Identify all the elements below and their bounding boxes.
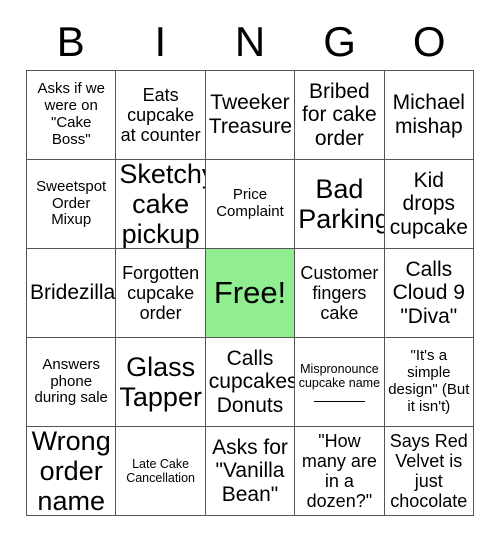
bingo-cell[interactable]: Answers phone during sale — [27, 338, 117, 427]
bingo-cell[interactable]: "How many are in a dozen?" — [295, 427, 385, 516]
bingo-cell-text: Says Red Velvet is just chocolate — [389, 430, 468, 512]
bingo-cell-text: Bribed for cake order — [302, 79, 377, 150]
bingo-header-letter-i: I — [154, 18, 167, 65]
bingo-cell-text: Eats cupcake at counter — [120, 84, 201, 146]
bingo-cell[interactable]: Bribed for cake order — [295, 71, 385, 160]
bingo-cell-text: Calls cupcakes Donuts — [208, 346, 296, 417]
bingo-cell[interactable]: Bad Parking — [295, 160, 385, 249]
bingo-cell[interactable]: Calls cupcakes Donuts — [205, 338, 296, 427]
bingo-cell[interactable]: Late Cake Cancellation — [116, 427, 206, 516]
bingo-cell-text: Mispronounce cupcake name — [298, 362, 381, 390]
bingo-cell[interactable]: Mispronounce cupcake name — [295, 338, 385, 427]
bingo-cell[interactable]: Price Complaint — [205, 160, 296, 249]
bingo-cell-text: Answers phone during sale — [34, 355, 108, 407]
bingo-cell[interactable]: Bridezilla — [27, 249, 117, 338]
bingo-cell-text: Tweeker Treasure — [208, 91, 293, 138]
bingo-grid: Asks if we were on "Cake Boss" Eats cupc… — [26, 70, 474, 516]
fill-in-blank-rule — [313, 401, 365, 402]
bingo-cell-text: Sketchy cake pickup — [119, 160, 204, 249]
bingo-cell-text: Customer fingers cake — [300, 262, 379, 324]
bingo-cell-text: Price Complaint — [216, 186, 284, 220]
bingo-cell-text: Kid drops cupcake — [389, 168, 468, 239]
bingo-card: B I N G O Asks if we were on "Cake Boss"… — [26, 14, 474, 516]
bingo-header-letter-n: N — [234, 18, 266, 65]
bingo-cell[interactable]: Kid drops cupcake — [384, 160, 474, 249]
bingo-cell-text: Bad Parking — [298, 173, 385, 234]
bingo-cell-text: Late Cake Cancellation — [126, 457, 195, 485]
bingo-cell-text: Asks for "Vanilla Bean" — [212, 435, 288, 506]
bingo-cell[interactable]: Michael mishap — [384, 71, 474, 160]
bingo-cell[interactable]: "It's a simple design" (But it isn't) — [384, 338, 474, 427]
bingo-cell[interactable]: Says Red Velvet is just chocolate — [384, 427, 474, 516]
bingo-cell[interactable]: Customer fingers cake — [295, 249, 385, 338]
bingo-cell[interactable]: Eats cupcake at counter — [116, 71, 206, 160]
bingo-cell[interactable]: Calls Cloud 9 "Diva" — [384, 249, 474, 338]
bingo-cell[interactable]: Forgotten cupcake order — [116, 249, 206, 338]
bingo-cell-text: Wrong order name — [31, 427, 111, 516]
bingo-cell-text: Forgotten cupcake order — [122, 262, 200, 324]
bingo-header-letter-o: O — [412, 18, 446, 65]
bingo-cell[interactable]: Sweetspot Order Mixup — [27, 160, 117, 249]
bingo-cell[interactable]: Asks for "Vanilla Bean" — [205, 427, 296, 516]
bingo-cell[interactable]: Sketchy cake pickup — [116, 160, 206, 249]
bingo-cell-free-space[interactable]: Free! — [205, 249, 296, 338]
bingo-cell[interactable]: Tweeker Treasure — [205, 71, 296, 160]
bingo-cell-text: Asks if we were on "Cake Boss" — [37, 80, 105, 148]
bingo-cell-text: Michael mishap — [392, 91, 465, 138]
bingo-cell[interactable]: Asks if we were on "Cake Boss" — [27, 71, 117, 160]
bingo-cell[interactable]: Glass Tapper — [116, 338, 206, 427]
bingo-cell-text: Bridezilla — [30, 281, 116, 305]
bingo-cell-text: Sweetspot Order Mixup — [36, 177, 107, 229]
bingo-header-letter-b: B — [56, 18, 85, 65]
bingo-cell-text: Glass Tapper — [119, 351, 202, 412]
bingo-cell-text: "It's a simple design" (But it isn't) — [388, 347, 470, 415]
bingo-cell[interactable]: Wrong order name — [27, 427, 117, 516]
bingo-header-letter-g: G — [323, 18, 356, 65]
bingo-header-row: B I N G O — [26, 14, 474, 70]
bingo-cell-text: Calls Cloud 9 "Diva" — [392, 257, 465, 328]
bingo-cell-text: "How many are in a dozen?" — [301, 430, 377, 512]
bingo-free-space-text: Free! — [213, 274, 287, 310]
